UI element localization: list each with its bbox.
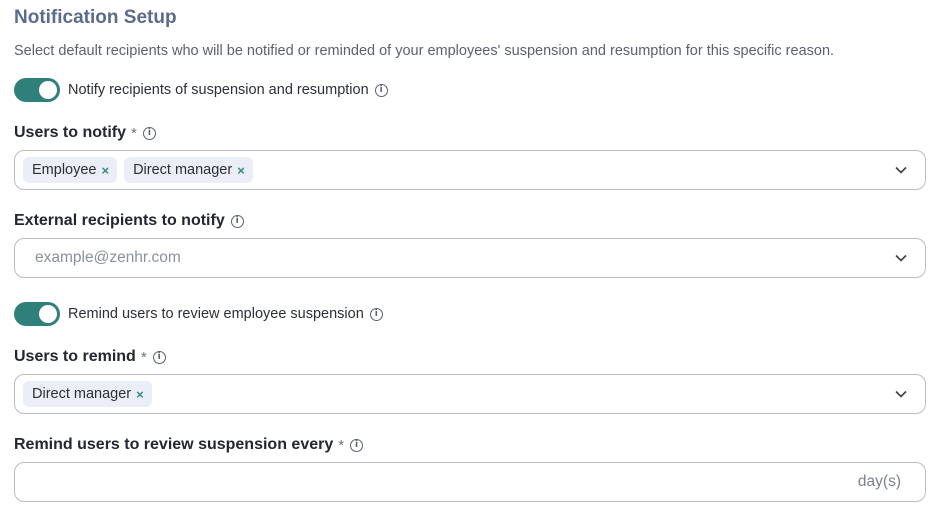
remind-interval-field: day(s) <box>14 462 926 502</box>
page-description: Select default recipients who will be no… <box>14 43 835 59</box>
close-icon[interactable]: × <box>101 163 109 178</box>
info-icon[interactable]: i <box>350 438 364 452</box>
close-icon[interactable]: × <box>237 163 245 178</box>
external-recipients-label-row: External recipients to notify i <box>14 212 244 230</box>
external-recipients-placeholder: example@zenhr.com <box>35 249 181 266</box>
notify-toggle[interactable] <box>14 78 60 102</box>
external-recipients-select[interactable]: example@zenhr.com <box>14 238 926 278</box>
info-icon[interactable]: i <box>230 214 244 228</box>
remind-toggle[interactable] <box>14 302 60 326</box>
info-icon[interactable]: i <box>374 83 388 97</box>
chip-direct-manager: Direct manager × <box>124 157 253 183</box>
remind-interval-label-row: Remind users to review suspension every … <box>14 436 364 454</box>
page-title: Notification Setup <box>14 7 177 28</box>
chevron-down-icon[interactable] <box>895 254 907 262</box>
users-to-remind-label-row: Users to remind * i <box>14 348 166 366</box>
days-suffix: day(s) <box>857 473 901 490</box>
users-to-notify-select[interactable]: Employee × Direct manager × <box>14 150 926 190</box>
chip-label: Employee <box>32 162 97 178</box>
chevron-down-icon[interactable] <box>895 166 907 174</box>
chevron-down-icon[interactable] <box>895 390 907 398</box>
remind-interval-label: Remind users to review suspension every <box>14 436 334 453</box>
users-to-notify-label: Users to notify <box>14 124 127 141</box>
notify-toggle-row: Notify recipients of suspension and resu… <box>14 78 388 102</box>
close-icon[interactable]: × <box>136 387 144 402</box>
info-icon[interactable]: i <box>369 307 383 321</box>
info-icon[interactable]: i <box>142 126 156 140</box>
required-mark: * <box>338 436 345 454</box>
chip-employee: Employee × <box>23 157 118 183</box>
users-to-remind-select[interactable]: Direct manager × <box>14 374 926 414</box>
chip-label: Direct manager <box>133 162 233 178</box>
users-to-notify-label-row: Users to notify * i <box>14 124 156 142</box>
chip-label: Direct manager <box>32 386 132 402</box>
required-mark: * <box>131 124 137 142</box>
chip-direct-manager: Direct manager × <box>23 381 152 407</box>
notify-toggle-label: Notify recipients of suspension and resu… <box>68 82 369 98</box>
external-recipients-label: External recipients to notify <box>14 212 225 229</box>
remind-toggle-label: Remind users to review employee suspensi… <box>68 306 364 322</box>
toggle-knob <box>39 305 57 323</box>
users-to-remind-label: Users to remind <box>14 348 136 365</box>
remind-interval-input[interactable] <box>15 463 815 501</box>
remind-toggle-row: Remind users to review employee suspensi… <box>14 302 383 326</box>
required-mark: * <box>140 348 147 366</box>
toggle-knob <box>39 81 57 99</box>
info-icon[interactable]: i <box>152 350 166 364</box>
